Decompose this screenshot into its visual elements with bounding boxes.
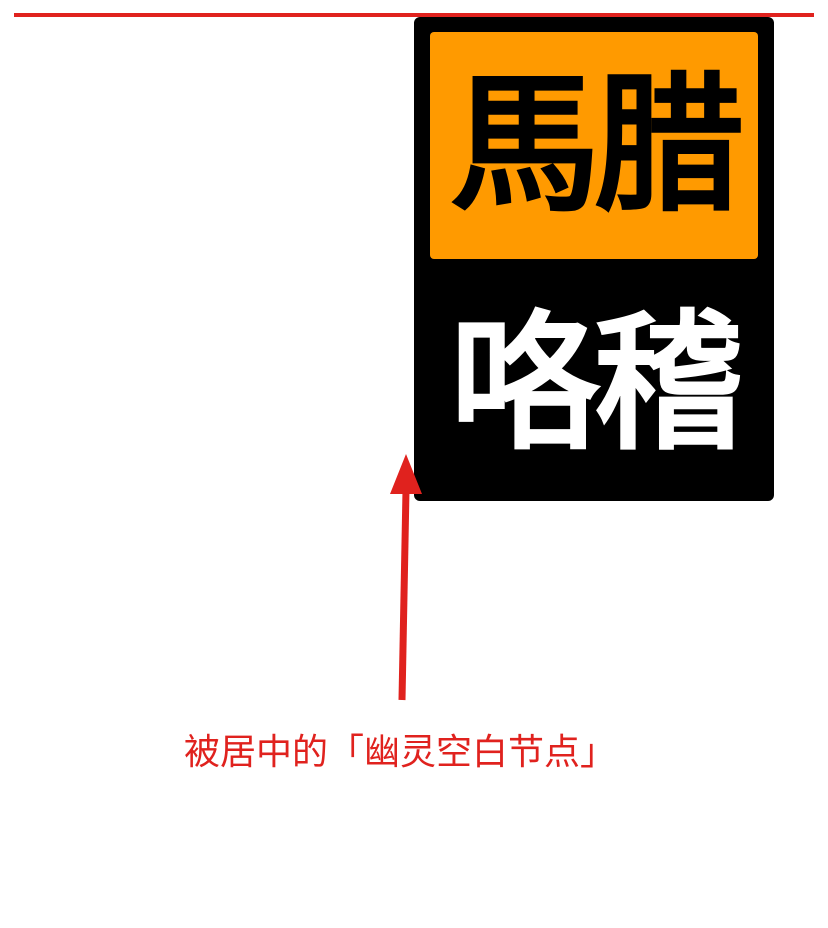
card-top-block: 馬腊 bbox=[430, 32, 758, 259]
diagram-canvas: 馬腊 咯稽 被居中的「幽灵空白节点」 bbox=[0, 0, 828, 928]
card-bottom-text: 咯稽 bbox=[449, 297, 744, 471]
card-bottom-block: 咯稽 bbox=[430, 279, 758, 489]
logo-card: 馬腊 咯稽 bbox=[414, 17, 774, 501]
arrow-shaft bbox=[398, 489, 410, 701]
annotation-caption: 被居中的「幽灵空白节点」 bbox=[183, 732, 616, 773]
card-top-text: 馬腊 bbox=[449, 58, 744, 233]
